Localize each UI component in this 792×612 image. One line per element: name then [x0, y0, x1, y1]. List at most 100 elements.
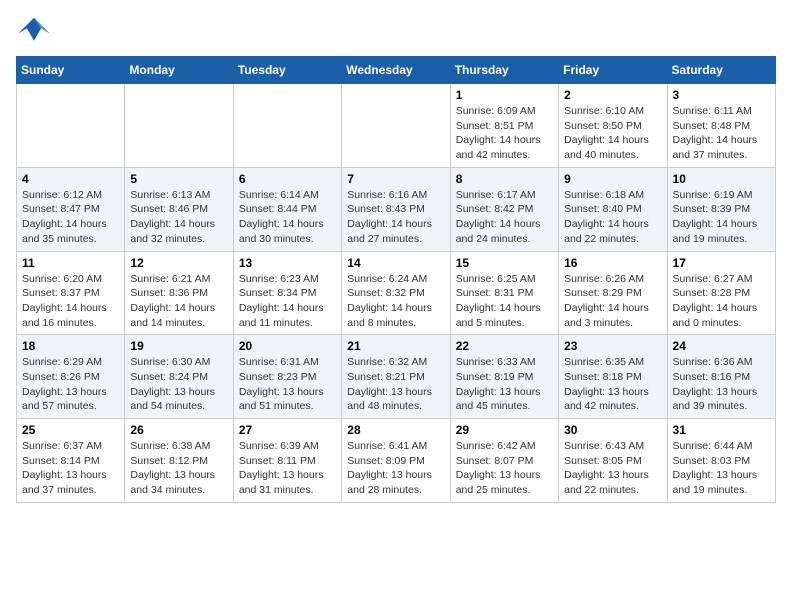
day-info: Sunrise: 6:10 AM Sunset: 8:50 PM Dayligh…	[564, 104, 661, 163]
calendar-cell: 24Sunrise: 6:36 AM Sunset: 8:16 PM Dayli…	[667, 335, 775, 419]
calendar-cell: 19 Sunrise: 6:30 AM Sunset: 8:24 PM Dayli…	[125, 335, 233, 419]
calendar-cell: 14 Sunrise: 6:24 AM Sunset: 8:32 PM Dayli…	[342, 251, 450, 335]
calendar-cell: 31Sunrise: 6:44 AM Sunset: 8:03 PM Dayli…	[667, 419, 775, 503]
day-number: 8	[456, 172, 553, 186]
calendar-cell: 6 Sunrise: 6:14 AM Sunset: 8:44 PM Daylig…	[233, 167, 341, 251]
logo-icon	[16, 16, 52, 46]
day-info: Sunrise: 6:26 AM Sunset: 8:29 PM Dayligh…	[564, 272, 661, 331]
calendar-week-3: 18 Sunrise: 6:29 AM Sunset: 8:26 PM Dayli…	[17, 335, 776, 419]
day-number: 18	[22, 339, 119, 353]
calendar-cell: 9 Sunrise: 6:18 AM Sunset: 8:40 PM Daylig…	[559, 167, 667, 251]
calendar-cell: 26 Sunrise: 6:38 AM Sunset: 8:12 PM Dayli…	[125, 419, 233, 503]
day-number: 11	[22, 256, 119, 270]
day-number: 28	[347, 423, 444, 437]
day-info: Sunrise: 6:36 AM Sunset: 8:16 PM Dayligh…	[673, 355, 770, 414]
day-number: 4	[22, 172, 119, 186]
day-number: 1	[456, 88, 553, 102]
calendar-cell: 28 Sunrise: 6:41 AM Sunset: 8:09 PM Dayli…	[342, 419, 450, 503]
calendar-table: SundayMondayTuesdayWednesdayThursdayFrid…	[16, 56, 776, 503]
calendar-cell: 18 Sunrise: 6:29 AM Sunset: 8:26 PM Dayli…	[17, 335, 125, 419]
day-info: Sunrise: 6:29 AM Sunset: 8:26 PM Dayligh…	[22, 355, 119, 414]
day-info: Sunrise: 6:33 AM Sunset: 8:19 PM Dayligh…	[456, 355, 553, 414]
calendar-cell: 13 Sunrise: 6:23 AM Sunset: 8:34 PM Dayli…	[233, 251, 341, 335]
calendar-cell: 11 Sunrise: 6:20 AM Sunset: 8:37 PM Dayli…	[17, 251, 125, 335]
calendar-cell: 15 Sunrise: 6:25 AM Sunset: 8:31 PM Dayli…	[450, 251, 558, 335]
day-info: Sunrise: 6:16 AM Sunset: 8:43 PM Dayligh…	[347, 188, 444, 247]
day-info: Sunrise: 6:30 AM Sunset: 8:24 PM Dayligh…	[130, 355, 227, 414]
day-number: 14	[347, 256, 444, 270]
calendar-cell: 4Sunrise: 6:12 AM Sunset: 8:47 PM Daylig…	[17, 167, 125, 251]
calendar-week-0: 1 Sunrise: 6:09 AM Sunset: 8:51 PM Daylig…	[17, 84, 776, 168]
calendar-cell: 23 Sunrise: 6:35 AM Sunset: 8:18 PM Dayli…	[559, 335, 667, 419]
calendar-cell: 21Sunrise: 6:32 AM Sunset: 8:21 PM Dayli…	[342, 335, 450, 419]
day-number: 17	[673, 256, 770, 270]
calendar-cell: 30 Sunrise: 6:43 AM Sunset: 8:05 PM Dayli…	[559, 419, 667, 503]
day-info: Sunrise: 6:27 AM Sunset: 8:28 PM Dayligh…	[673, 272, 770, 331]
day-info: Sunrise: 6:20 AM Sunset: 8:37 PM Dayligh…	[22, 272, 119, 331]
day-number: 7	[347, 172, 444, 186]
day-info: Sunrise: 6:25 AM Sunset: 8:31 PM Dayligh…	[456, 272, 553, 331]
calendar-cell: 20 Sunrise: 6:31 AM Sunset: 8:23 PM Dayli…	[233, 335, 341, 419]
day-number: 23	[564, 339, 661, 353]
day-header-tuesday: Tuesday	[233, 57, 341, 84]
calendar-cell: 3Sunrise: 6:11 AM Sunset: 8:48 PM Daylig…	[667, 84, 775, 168]
day-info: Sunrise: 6:44 AM Sunset: 8:03 PM Dayligh…	[673, 439, 770, 498]
calendar-cell: 17 Sunrise: 6:27 AM Sunset: 8:28 PM Dayli…	[667, 251, 775, 335]
calendar-week-4: 25Sunrise: 6:37 AM Sunset: 8:14 PM Dayli…	[17, 419, 776, 503]
day-info: Sunrise: 6:24 AM Sunset: 8:32 PM Dayligh…	[347, 272, 444, 331]
day-info: Sunrise: 6:32 AM Sunset: 8:21 PM Dayligh…	[347, 355, 444, 414]
day-number: 29	[456, 423, 553, 437]
day-info: Sunrise: 6:41 AM Sunset: 8:09 PM Dayligh…	[347, 439, 444, 498]
calendar-cell: 22 Sunrise: 6:33 AM Sunset: 8:19 PM Dayli…	[450, 335, 558, 419]
day-info: Sunrise: 6:42 AM Sunset: 8:07 PM Dayligh…	[456, 439, 553, 498]
day-info: Sunrise: 6:13 AM Sunset: 8:46 PM Dayligh…	[130, 188, 227, 247]
day-number: 5	[130, 172, 227, 186]
day-number: 6	[239, 172, 336, 186]
day-number: 10	[673, 172, 770, 186]
day-info: Sunrise: 6:09 AM Sunset: 8:51 PM Dayligh…	[456, 104, 553, 163]
day-info: Sunrise: 6:43 AM Sunset: 8:05 PM Dayligh…	[564, 439, 661, 498]
day-number: 20	[239, 339, 336, 353]
day-number: 9	[564, 172, 661, 186]
day-info: Sunrise: 6:21 AM Sunset: 8:36 PM Dayligh…	[130, 272, 227, 331]
day-header-thursday: Thursday	[450, 57, 558, 84]
calendar-week-1: 4Sunrise: 6:12 AM Sunset: 8:47 PM Daylig…	[17, 167, 776, 251]
calendar-cell: 25Sunrise: 6:37 AM Sunset: 8:14 PM Dayli…	[17, 419, 125, 503]
calendar-cell: 10 Sunrise: 6:19 AM Sunset: 8:39 PM Dayli…	[667, 167, 775, 251]
day-header-sunday: Sunday	[17, 57, 125, 84]
day-info: Sunrise: 6:23 AM Sunset: 8:34 PM Dayligh…	[239, 272, 336, 331]
day-header-friday: Friday	[559, 57, 667, 84]
day-number: 16	[564, 256, 661, 270]
day-number: 22	[456, 339, 553, 353]
day-number: 27	[239, 423, 336, 437]
day-number: 13	[239, 256, 336, 270]
day-number: 26	[130, 423, 227, 437]
day-info: Sunrise: 6:39 AM Sunset: 8:11 PM Dayligh…	[239, 439, 336, 498]
day-info: Sunrise: 6:14 AM Sunset: 8:44 PM Dayligh…	[239, 188, 336, 247]
calendar-cell: 12 Sunrise: 6:21 AM Sunset: 8:36 PM Dayli…	[125, 251, 233, 335]
day-info: Sunrise: 6:18 AM Sunset: 8:40 PM Dayligh…	[564, 188, 661, 247]
day-number: 30	[564, 423, 661, 437]
calendar-cell: 2Sunrise: 6:10 AM Sunset: 8:50 PM Daylig…	[559, 84, 667, 168]
calendar-header-row: SundayMondayTuesdayWednesdayThursdayFrid…	[17, 57, 776, 84]
logo	[16, 16, 56, 46]
day-header-wednesday: Wednesday	[342, 57, 450, 84]
day-info: Sunrise: 6:38 AM Sunset: 8:12 PM Dayligh…	[130, 439, 227, 498]
day-number: 25	[22, 423, 119, 437]
day-header-saturday: Saturday	[667, 57, 775, 84]
calendar-cell: 8Sunrise: 6:17 AM Sunset: 8:42 PM Daylig…	[450, 167, 558, 251]
day-number: 12	[130, 256, 227, 270]
day-number: 15	[456, 256, 553, 270]
day-number: 19	[130, 339, 227, 353]
calendar-cell: 5 Sunrise: 6:13 AM Sunset: 8:46 PM Daylig…	[125, 167, 233, 251]
calendar-cell	[125, 84, 233, 168]
day-info: Sunrise: 6:31 AM Sunset: 8:23 PM Dayligh…	[239, 355, 336, 414]
day-header-monday: Monday	[125, 57, 233, 84]
page-header	[16, 16, 776, 46]
day-info: Sunrise: 6:19 AM Sunset: 8:39 PM Dayligh…	[673, 188, 770, 247]
calendar-week-2: 11 Sunrise: 6:20 AM Sunset: 8:37 PM Dayli…	[17, 251, 776, 335]
calendar-cell	[342, 84, 450, 168]
calendar-cell: 27 Sunrise: 6:39 AM Sunset: 8:11 PM Dayli…	[233, 419, 341, 503]
day-info: Sunrise: 6:35 AM Sunset: 8:18 PM Dayligh…	[564, 355, 661, 414]
day-number: 3	[673, 88, 770, 102]
